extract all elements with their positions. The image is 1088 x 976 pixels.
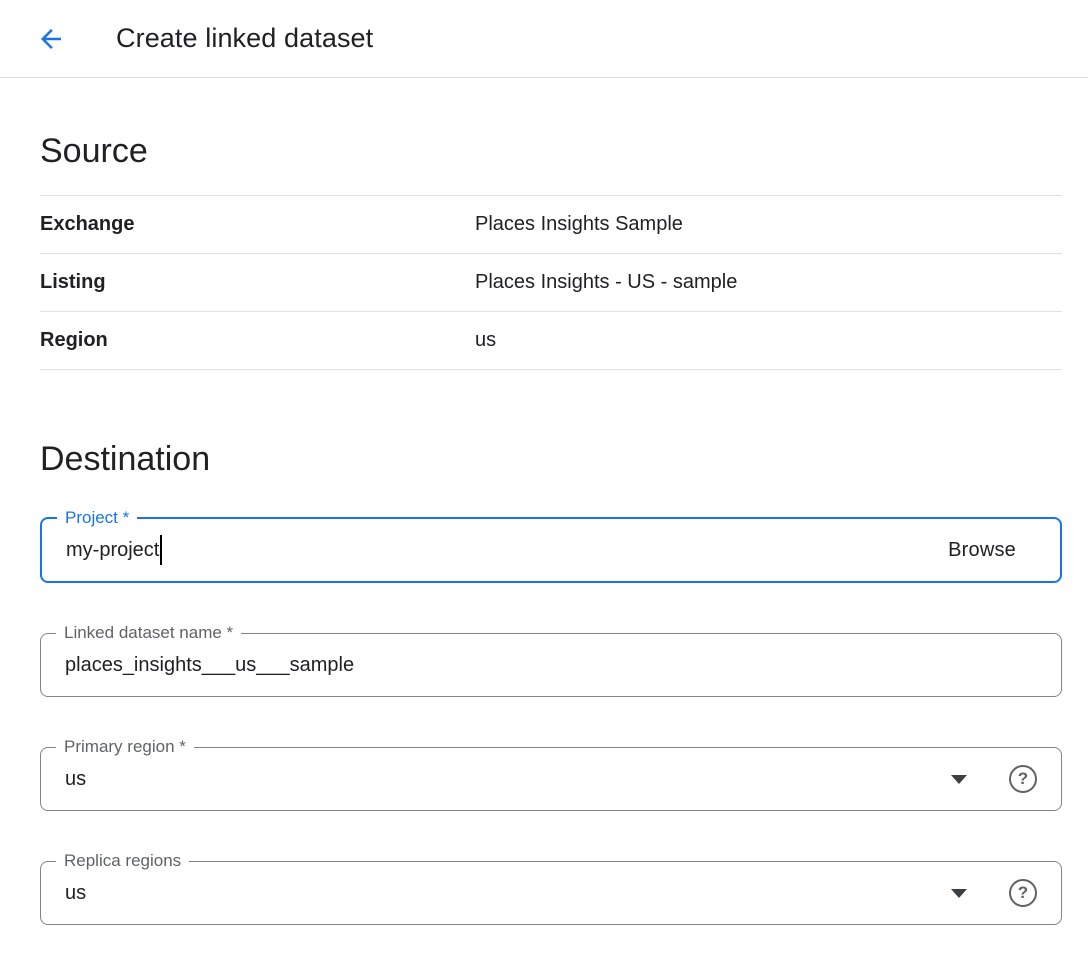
row-value-exchange: Places Insights Sample [475, 213, 683, 236]
main-content: Source Exchange Places Insights Sample L… [0, 132, 1088, 925]
replica-regions-select[interactable]: Replica regions us ? [40, 861, 1062, 925]
row-value-region: us [475, 329, 496, 352]
page-title: Create linked dataset [116, 23, 373, 54]
arrow-back-icon [36, 24, 66, 54]
destination-heading: Destination [40, 440, 1062, 479]
project-field-label: Project * [57, 508, 137, 528]
back-button[interactable] [34, 22, 68, 56]
header: Create linked dataset [0, 0, 1088, 78]
replica-regions-value: us [65, 882, 86, 905]
replica-regions-label: Replica regions [56, 851, 189, 871]
browse-button[interactable]: Browse [948, 539, 1036, 562]
table-row: Listing Places Insights - US - sample [40, 254, 1062, 312]
row-label-exchange: Exchange [40, 213, 475, 236]
source-heading: Source [40, 132, 1062, 171]
table-row: Exchange Places Insights Sample [40, 196, 1062, 254]
linked-dataset-name-field[interactable]: Linked dataset name * places_insights___… [40, 633, 1062, 697]
help-icon[interactable]: ? [1009, 879, 1037, 907]
chevron-down-icon[interactable] [951, 889, 967, 898]
linked-dataset-name-value[interactable]: places_insights___us___sample [65, 654, 354, 677]
source-table: Exchange Places Insights Sample Listing … [40, 195, 1062, 370]
project-field[interactable]: Project * my-project Browse [40, 517, 1062, 583]
linked-dataset-name-label: Linked dataset name * [56, 623, 241, 643]
row-value-listing: Places Insights - US - sample [475, 271, 737, 294]
primary-region-select[interactable]: Primary region * us ? [40, 747, 1062, 811]
help-icon[interactable]: ? [1009, 765, 1037, 793]
primary-region-label: Primary region * [56, 737, 194, 757]
row-label-region: Region [40, 329, 475, 352]
primary-region-value: us [65, 768, 86, 791]
text-cursor [160, 535, 162, 565]
row-label-listing: Listing [40, 271, 475, 294]
chevron-down-icon[interactable] [951, 775, 967, 784]
project-field-value[interactable]: my-project [66, 539, 159, 562]
table-row: Region us [40, 312, 1062, 370]
